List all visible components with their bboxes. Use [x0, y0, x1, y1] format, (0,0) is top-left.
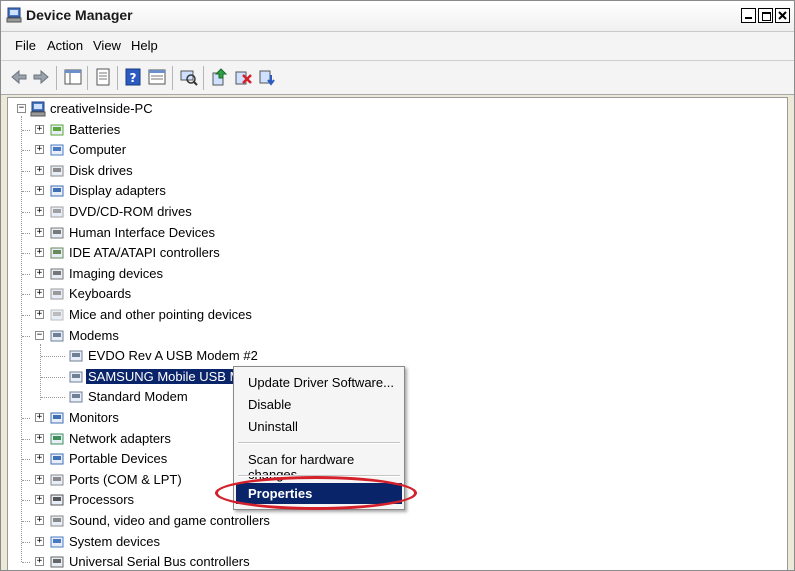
- menu-view[interactable]: View: [93, 38, 121, 53]
- view-icon[interactable]: [147, 67, 167, 87]
- collapse-root-toggle[interactable]: −: [17, 104, 26, 113]
- expand-toggle[interactable]: +: [35, 516, 44, 525]
- tree-category-label: Universal Serial Bus controllers: [69, 554, 250, 569]
- expand-toggle[interactable]: +: [35, 186, 44, 195]
- expand-toggle[interactable]: +: [35, 125, 44, 134]
- back-icon[interactable]: [9, 67, 29, 87]
- maximize-icon: [762, 12, 771, 21]
- tree-category-label: Keyboards: [69, 286, 132, 301]
- tree-category-label: Human Interface Devices: [69, 225, 215, 240]
- mouse-icon: [50, 309, 64, 321]
- menu-file[interactable]: File: [15, 38, 36, 53]
- tree-device-label: EVDO Rev A USB Modem #2: [88, 348, 258, 363]
- modem-icon: [50, 330, 64, 342]
- svg-text:?: ?: [130, 71, 137, 85]
- network-adapter-icon: [50, 433, 64, 445]
- tree-category-label: DVD/CD-ROM drives: [69, 204, 192, 219]
- collapse-toggle[interactable]: −: [35, 331, 44, 340]
- expand-toggle[interactable]: +: [35, 537, 44, 546]
- standard-modem-icon: [69, 391, 83, 403]
- disk-drive-icon: [50, 165, 64, 177]
- window-title: Device Manager: [26, 7, 133, 23]
- tree-category-label: Batteries: [69, 122, 121, 137]
- close-icon: [778, 11, 787, 20]
- tree-device-label: Standard Modem: [88, 389, 188, 404]
- computer-icon: [50, 144, 64, 156]
- expand-toggle[interactable]: +: [35, 269, 44, 278]
- tree-category-label: Ports (COM & LPT): [69, 472, 182, 487]
- expand-toggle[interactable]: +: [35, 145, 44, 154]
- expand-toggle[interactable]: +: [35, 289, 44, 298]
- expand-toggle[interactable]: +: [35, 166, 44, 175]
- tree-category-label: Modems: [69, 328, 119, 343]
- tree-category-label: Disk drives: [69, 163, 133, 178]
- expand-toggle[interactable]: +: [35, 434, 44, 443]
- annotation-highlight-circle: [215, 476, 417, 510]
- dvd-drive-icon: [50, 206, 64, 218]
- close-button[interactable]: [775, 8, 790, 23]
- minimize-icon: [745, 17, 752, 19]
- tree-category-label: Mice and other pointing devices: [69, 307, 252, 322]
- keyboard-icon: [50, 288, 64, 300]
- menu-help[interactable]: Help: [131, 38, 158, 53]
- processor-icon: [50, 494, 64, 506]
- menu-action[interactable]: Action: [47, 38, 83, 53]
- expand-toggle[interactable]: +: [35, 310, 44, 319]
- menu-bar: File Action View Help: [1, 32, 794, 61]
- expand-toggle[interactable]: +: [35, 248, 44, 257]
- imaging-device-icon: [50, 268, 64, 280]
- toolbar: ?: [1, 61, 794, 95]
- hid-icon: [50, 227, 64, 239]
- maximize-button[interactable]: [758, 8, 773, 23]
- expand-toggle[interactable]: +: [35, 207, 44, 216]
- help-icon[interactable]: ?: [123, 67, 143, 87]
- tree-category-label: IDE ATA/ATAPI controllers: [69, 245, 220, 260]
- expand-toggle[interactable]: +: [35, 454, 44, 463]
- tree-category-label: Monitors: [69, 410, 119, 425]
- usb-icon: [50, 556, 64, 568]
- show-hide-tree-icon[interactable]: [63, 67, 83, 87]
- disable-icon[interactable]: [257, 67, 277, 87]
- tree-category-label: Sound, video and game controllers: [69, 513, 270, 528]
- update-driver-icon[interactable]: [209, 67, 229, 87]
- ctx-uninstall[interactable]: Uninstall: [248, 419, 298, 434]
- expand-toggle[interactable]: +: [35, 475, 44, 484]
- title-bar: Device Manager: [1, 1, 794, 32]
- tree-category-label: Portable Devices: [69, 451, 168, 466]
- tree-category-label: Imaging devices: [69, 266, 163, 281]
- ide-controller-icon: [50, 247, 64, 259]
- expand-toggle[interactable]: +: [35, 228, 44, 237]
- expand-toggle[interactable]: +: [35, 557, 44, 566]
- display-adapter-icon: [50, 185, 64, 197]
- tree-category-label: Display adapters: [69, 183, 166, 198]
- tree-root-label: creativeInside-PC: [50, 101, 153, 116]
- port-icon: [50, 474, 64, 486]
- computer-root-icon: [30, 101, 46, 117]
- sound-icon: [50, 515, 64, 527]
- modem-icon: [69, 371, 83, 383]
- device-manager-app-icon: [6, 7, 22, 23]
- tree-category-label: Processors: [69, 492, 135, 507]
- battery-icon: [50, 124, 64, 136]
- device-manager-window: Device Manager File Action View Help ? −…: [0, 0, 795, 571]
- tree-category-label: Network adapters: [69, 431, 171, 446]
- expand-toggle[interactable]: +: [35, 413, 44, 422]
- properties-icon[interactable]: [93, 67, 113, 87]
- uninstall-icon[interactable]: [233, 67, 253, 87]
- ctx-update-driver[interactable]: Update Driver Software...: [248, 375, 394, 390]
- scan-hardware-icon[interactable]: [178, 67, 198, 87]
- tree-category-label: Computer: [69, 142, 127, 157]
- portable-device-icon: [50, 453, 64, 465]
- ctx-disable[interactable]: Disable: [248, 397, 291, 412]
- modem-icon: [69, 350, 83, 362]
- tree-category-label: System devices: [69, 534, 161, 549]
- system-device-icon: [50, 536, 64, 548]
- forward-icon[interactable]: [31, 67, 51, 87]
- minimize-button[interactable]: [741, 8, 756, 23]
- expand-toggle[interactable]: +: [35, 495, 44, 504]
- monitor-icon: [50, 412, 64, 424]
